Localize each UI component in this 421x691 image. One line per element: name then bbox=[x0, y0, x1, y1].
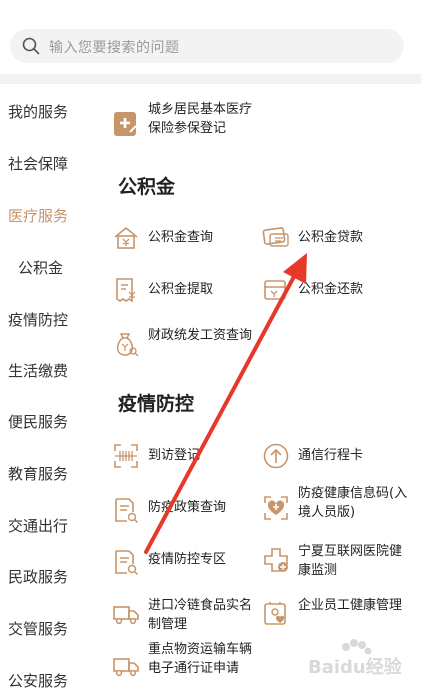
sidebar-item-transport[interactable]: 交通出行 bbox=[8, 515, 68, 536]
sidebar-item-medical[interactable]: 医疗服务 bbox=[8, 205, 68, 226]
service-label: 防疫政策查询 bbox=[148, 500, 227, 515]
search-input[interactable]: 输入您要搜索的问题 bbox=[49, 37, 180, 57]
watermark-logo: Baidu经验 bbox=[308, 639, 403, 678]
sidebar-item-my-services[interactable]: 我的服务 bbox=[8, 101, 68, 122]
house-yuan-icon bbox=[114, 226, 138, 249]
document-search-icon bbox=[115, 550, 138, 575]
sidebar-item-education[interactable]: 教育服务 bbox=[8, 463, 68, 484]
receipt-yuan-icon bbox=[116, 278, 136, 303]
arrow-up-circle-icon bbox=[263, 443, 289, 469]
section-title-housing-fund: 公积金 bbox=[118, 176, 176, 198]
sidebar-item-civil-affairs[interactable]: 民政服务 bbox=[8, 566, 68, 587]
health-code-icon bbox=[264, 496, 288, 520]
service-label: 进口冷链食品实名制管理 bbox=[148, 598, 253, 632]
section-divider bbox=[0, 74, 421, 84]
service-label: 财政统发工资查询 bbox=[148, 328, 253, 343]
service-label: 公积金贷款 bbox=[298, 230, 364, 245]
truck-icon bbox=[113, 606, 139, 625]
sidebar-item-housing-fund[interactable]: 公积金 bbox=[18, 257, 63, 278]
category-sidebar: 我的服务 社会保障 医疗服务 公积金 疫情防控 生活缴费 便民服务 教育服务 交… bbox=[0, 84, 92, 691]
service-label: 公积金还款 bbox=[298, 282, 364, 297]
truck-icon bbox=[113, 658, 139, 677]
section-title-epidemic: 疫情防控 bbox=[118, 393, 195, 415]
service-list: 城乡居民基本医疗保险参保登记 公积金 公积金查询 公积金贷款 公积金提取 公积金… bbox=[92, 84, 421, 691]
sidebar-item-convenience[interactable]: 便民服务 bbox=[8, 411, 68, 432]
service-label: 防疫健康信息码(入境人员版) bbox=[298, 486, 408, 520]
repay-card-icon bbox=[264, 280, 286, 300]
service-label: 疫情防控专区 bbox=[148, 552, 227, 567]
medical-plus-icon bbox=[114, 112, 137, 136]
service-label: 重点物资运输车辆电子通行证申请 bbox=[148, 642, 253, 676]
service-label: 企业员工健康管理 bbox=[298, 598, 403, 613]
scan-icon bbox=[114, 444, 138, 468]
hospital-plus-icon bbox=[264, 548, 288, 572]
service-label: 公积金查询 bbox=[148, 230, 214, 245]
service-label: 到访登记 bbox=[148, 448, 201, 463]
search-icon bbox=[22, 37, 40, 55]
staff-health-icon bbox=[264, 602, 286, 625]
sidebar-item-public-security[interactable]: 公安服务 bbox=[8, 670, 68, 691]
service-label: 城乡居民基本医疗保险参保登记 bbox=[148, 102, 253, 136]
top-bar: 输入您要搜索的问题 bbox=[0, 0, 421, 74]
svg-text:Baidu经验: Baidu经验 bbox=[308, 656, 403, 678]
search-bar[interactable]: 输入您要搜索的问题 bbox=[10, 29, 404, 63]
service-label: 通信行程卡 bbox=[298, 448, 364, 463]
sidebar-item-epidemic[interactable]: 疫情防控 bbox=[8, 309, 68, 330]
loan-card-icon bbox=[262, 227, 289, 247]
document-search-icon bbox=[115, 498, 138, 523]
money-bag-search-icon bbox=[116, 333, 139, 357]
sidebar-item-traffic-control[interactable]: 交管服务 bbox=[8, 618, 68, 639]
service-label: 宁夏互联网医院健康监测 bbox=[298, 544, 403, 578]
sidebar-item-utilities[interactable]: 生活缴费 bbox=[8, 360, 68, 381]
sidebar-item-social-security[interactable]: 社会保障 bbox=[8, 153, 68, 174]
service-label: 公积金提取 bbox=[148, 282, 214, 297]
